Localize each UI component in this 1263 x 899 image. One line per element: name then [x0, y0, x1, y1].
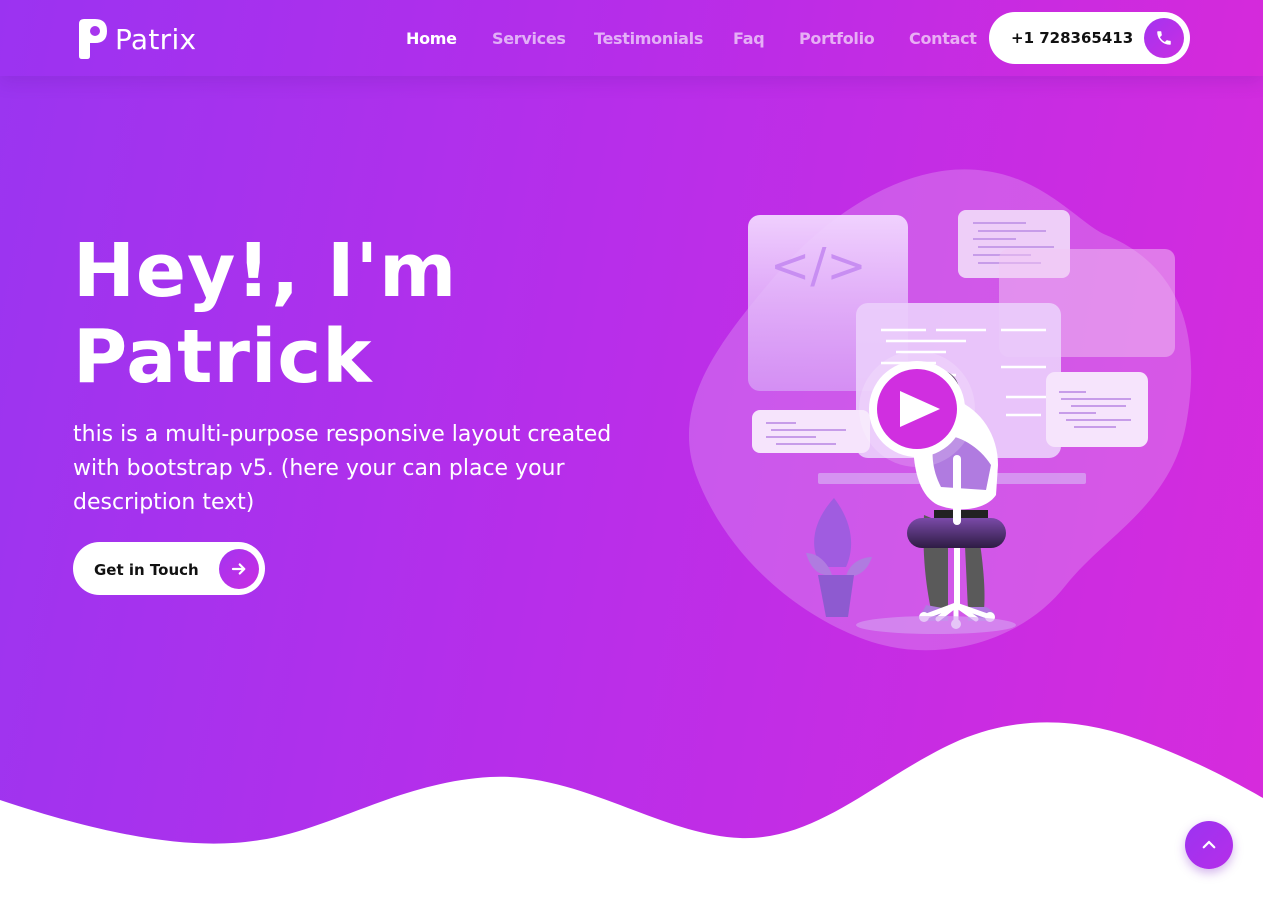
code-symbol-text: </>: [770, 238, 867, 294]
get-in-touch-button[interactable]: Get in Touch: [73, 542, 265, 595]
cta-label: Get in Touch: [94, 561, 199, 579]
hero-illustration: </>: [688, 169, 1192, 651]
floor-shadow: [856, 616, 1016, 634]
play-icon: [859, 351, 975, 467]
brand-name: Patrix: [115, 22, 197, 56]
hero-title-line2: Patrick: [73, 314, 373, 400]
hero-title-line1: Hey!, I'm: [73, 228, 458, 314]
chevron-up-icon: [1202, 840, 1216, 849]
logo-icon: [79, 19, 107, 59]
nav-contact[interactable]: Contact: [909, 29, 977, 48]
hero-description: this is a multi-purpose responsive layou…: [73, 422, 612, 515]
nav-home[interactable]: Home: [406, 29, 457, 48]
phone-icon: [1144, 18, 1184, 58]
brand-logo[interactable]: Patrix: [77, 18, 196, 60]
arrow-right-icon: [219, 549, 259, 589]
phone-number: +1 728365413: [1011, 29, 1134, 47]
hero-title: Hey!, I'm Patrick: [73, 228, 457, 400]
nav-services[interactable]: Services: [492, 29, 566, 48]
navbar: Patrix Home Services Testimonials Faq Po…: [0, 0, 1263, 76]
phone-button[interactable]: +1 728365413: [989, 12, 1190, 64]
nav-portfolio[interactable]: Portfolio: [799, 29, 875, 48]
nav-testimonials[interactable]: Testimonials: [594, 29, 703, 48]
left-small-card: [752, 410, 870, 453]
bottom-wave: [0, 722, 1263, 899]
right-small-card: [1046, 372, 1148, 447]
nav-faq[interactable]: Faq: [733, 29, 765, 48]
scroll-to-top-button[interactable]: [1185, 821, 1233, 869]
